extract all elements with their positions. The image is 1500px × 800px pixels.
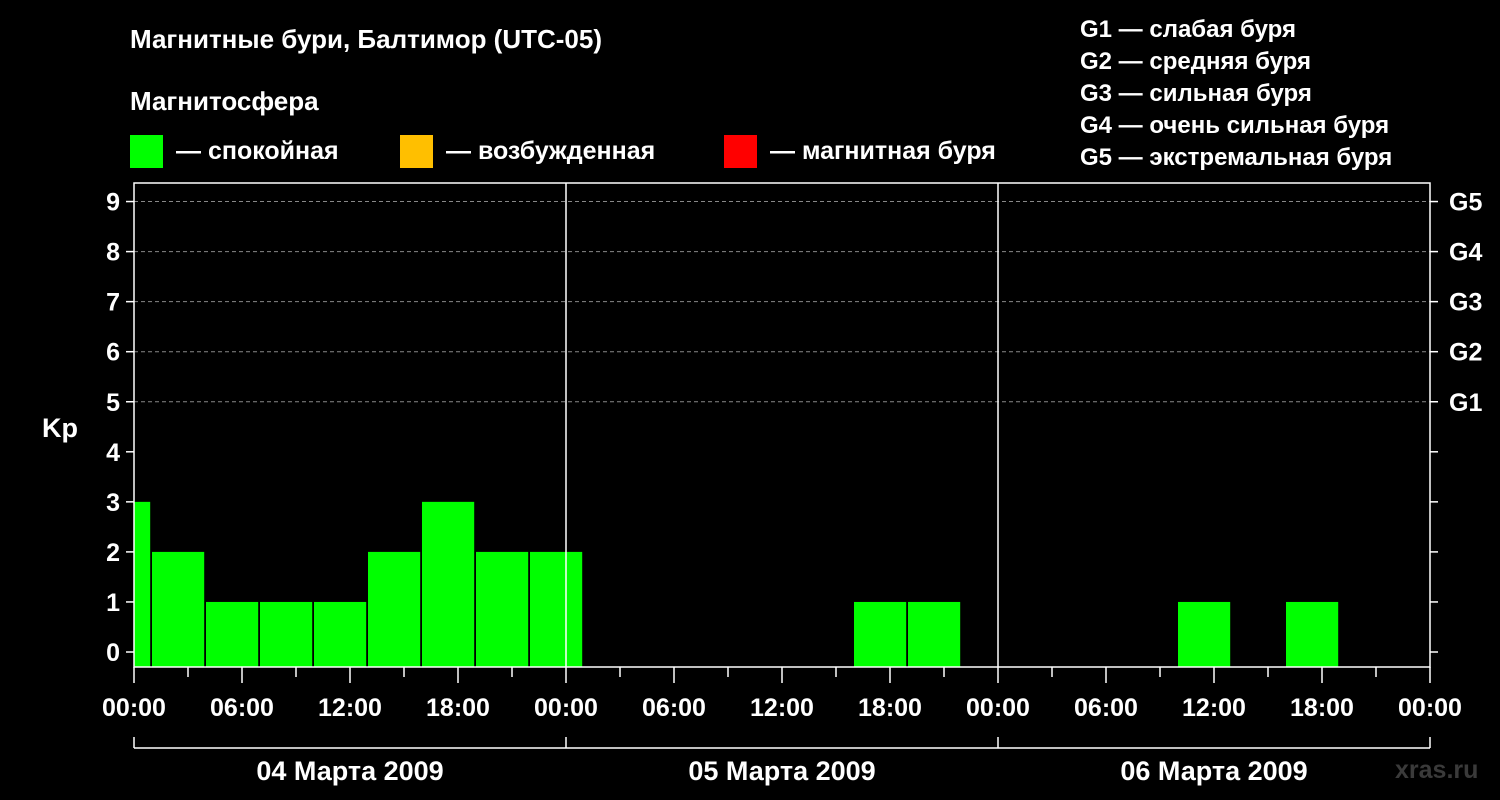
kp-bar xyxy=(854,601,907,667)
x-tick-label: 00:00 xyxy=(102,694,166,722)
x-tick-label: 00:00 xyxy=(1398,694,1462,722)
kp-bar xyxy=(476,551,529,667)
g-scale-label: G3 xyxy=(1449,289,1482,317)
x-tick-label: 18:00 xyxy=(1290,694,1354,722)
plot-frame xyxy=(133,182,1431,668)
kp-bar xyxy=(206,601,259,667)
day-label: 05 Марта 2009 xyxy=(688,756,875,786)
x-tick-label: 06:00 xyxy=(1074,694,1138,722)
x-tick-label: 12:00 xyxy=(318,694,382,722)
y-tick-label: 8 xyxy=(106,239,120,267)
day-label: 06 Марта 2009 xyxy=(1120,756,1307,786)
kp-bar xyxy=(908,601,961,667)
kp-bar xyxy=(368,551,421,667)
x-tick-label: 12:00 xyxy=(1182,694,1246,722)
kp-bar xyxy=(152,551,205,667)
x-tick-label: 06:00 xyxy=(210,694,274,722)
x-tick-label: 00:00 xyxy=(534,694,598,722)
x-tick-label: 18:00 xyxy=(426,694,490,722)
day-label: 04 Марта 2009 xyxy=(256,756,443,786)
y-tick-label: 0 xyxy=(106,639,120,667)
x-tick-label: 18:00 xyxy=(858,694,922,722)
y-tick-label: 2 xyxy=(106,539,120,567)
kp-bar xyxy=(530,551,583,667)
watermark: xras.ru xyxy=(1395,756,1479,784)
kp-bar xyxy=(422,501,475,667)
g-scale-label: G1 xyxy=(1449,389,1482,417)
kp-chart: 0 1 2 3 4 5 6 7 8 9 G1 G2 G3 G4 G5 Kp 00:00 06:00 12:00 18:… xyxy=(42,182,1482,786)
kp-bar xyxy=(260,601,313,667)
kp-bar xyxy=(134,501,151,667)
y-tick-label: 4 xyxy=(106,439,120,467)
g-scale-label: G4 xyxy=(1449,239,1482,267)
kp-bar xyxy=(314,601,367,667)
y-axis-label: Kp xyxy=(42,413,78,443)
g-scale-label: G5 xyxy=(1449,189,1482,217)
y-tick-label: 9 xyxy=(106,189,120,217)
x-tick-label: 00:00 xyxy=(966,694,1030,722)
x-tick-label: 12:00 xyxy=(750,694,814,722)
y-tick-label: 6 xyxy=(106,339,120,367)
y-tick-label: 3 xyxy=(106,489,120,517)
y-tick-label: 1 xyxy=(106,589,120,617)
y-tick-label: 5 xyxy=(106,389,120,417)
x-tick-label: 06:00 xyxy=(642,694,706,722)
kp-bar xyxy=(1178,601,1231,667)
y-tick-label: 7 xyxy=(106,289,120,317)
g-scale-label: G2 xyxy=(1449,339,1482,367)
kp-bar xyxy=(1286,601,1339,667)
